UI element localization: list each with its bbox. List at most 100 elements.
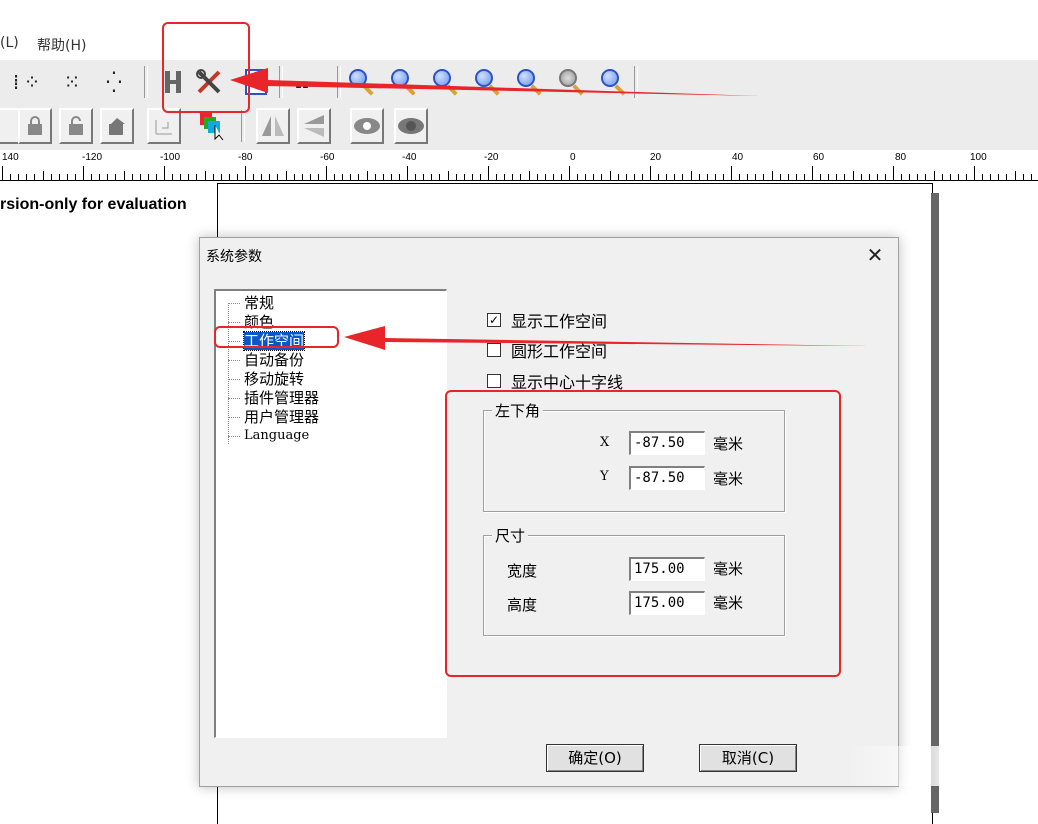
toolbar-separator (634, 66, 638, 98)
ruler-tick (658, 174, 660, 180)
ruler-tick (569, 166, 570, 180)
ruler-tick (957, 174, 959, 180)
ruler-tick (277, 174, 279, 180)
ruler-tick (909, 174, 911, 180)
ruler-label: -40 (402, 152, 417, 163)
ruler-tick (123, 171, 125, 180)
ruler-label: 80 (895, 152, 907, 163)
ruler-tick (1006, 174, 1008, 180)
checkbox-box (487, 343, 501, 357)
ruler-tick (731, 166, 732, 180)
node-align-icon[interactable]: ⁛ (98, 66, 130, 98)
tree-item-user-manager[interactable]: 用户管理器 (228, 408, 319, 427)
unlock-all-icon[interactable] (100, 108, 134, 144)
ruler-tick (698, 174, 700, 180)
tree-item-language[interactable]: Language (228, 427, 309, 446)
ruler-tick (982, 174, 984, 180)
ruler-tick (245, 166, 246, 180)
ruler-tick (795, 174, 797, 180)
zoom-selection-icon[interactable] (597, 66, 629, 98)
node-edit-icon[interactable]: ⁙ (56, 66, 88, 98)
ruler-tick (828, 174, 830, 180)
ruler-tick (342, 174, 344, 180)
tree-item-label: 自动备份 (244, 351, 305, 369)
color-layer-icon[interactable] (196, 110, 228, 142)
ruler-tick (949, 174, 951, 180)
lock-icon[interactable] (18, 108, 52, 144)
show-workspace-checkbox[interactable]: ✓ 显示工作空间 (487, 308, 607, 332)
ruler-tick (714, 174, 716, 180)
ruler-tick (747, 174, 749, 180)
show-hide-icon[interactable] (350, 108, 384, 144)
zoom-pan-icon[interactable] (387, 66, 419, 98)
ruler-tick (455, 174, 457, 180)
dialog-title: 系统参数 (206, 249, 262, 265)
horizontal-ruler: 140 -120 -100 -80 -60 -40 -20 0 20 40 60… (0, 150, 1038, 181)
ruler-tick (317, 174, 319, 180)
zoom-in-icon[interactable] (429, 66, 461, 98)
tree-item-label: 用户管理器 (244, 408, 320, 426)
ruler-tick (601, 174, 603, 180)
zoom-page-icon[interactable] (555, 66, 587, 98)
ruler-tick (42, 171, 44, 180)
zoom-out-icon[interactable] (471, 66, 503, 98)
preview-icon[interactable] (394, 108, 428, 144)
ruler-tick (860, 174, 862, 180)
ruler-tick (844, 174, 846, 180)
node-points-icon[interactable]: ⁘ (16, 66, 48, 98)
ruler-tick (155, 174, 157, 180)
unlock-icon[interactable] (59, 108, 93, 144)
ruler-tick (447, 171, 449, 180)
circle-workspace-checkbox[interactable]: 圆形工作空间 (487, 338, 607, 362)
ruler-tick (471, 174, 473, 180)
ruler-tick (326, 166, 327, 180)
ruler-tick (593, 174, 595, 180)
ruler-tick (164, 166, 165, 180)
watermark-fade (846, 746, 946, 786)
tree-item-move-rotate[interactable]: 移动旋转 (228, 370, 304, 389)
ruler-tick (50, 174, 52, 180)
ruler-label: -20 (484, 152, 499, 163)
ruler-tick (463, 174, 465, 180)
tree-item-general[interactable]: 常规 (228, 294, 274, 313)
ruler-tick (650, 166, 651, 180)
tree-item-autobackup[interactable]: 自动备份 (228, 351, 304, 370)
align-corner-icon[interactable] (147, 108, 181, 144)
toolbar-separator (241, 110, 245, 142)
array-copy-icon[interactable]: ⚏ (286, 66, 318, 98)
ruler-tick (577, 174, 579, 180)
group-button[interactable] (0, 108, 20, 144)
ruler-tick (941, 174, 943, 180)
ruler-tick (236, 174, 238, 180)
ruler-tick (431, 174, 433, 180)
ruler-tick (690, 171, 692, 180)
ruler-tick (204, 171, 206, 180)
menu-item-help[interactable]: 帮助(H) (37, 35, 86, 55)
ruler-tick (520, 174, 522, 180)
ruler-tick (398, 174, 400, 180)
ruler-tick (350, 174, 352, 180)
zoom-icon[interactable] (345, 66, 377, 98)
zoom-all-icon[interactable] (513, 66, 545, 98)
ruler-tick (10, 174, 12, 180)
toolbar-separator (337, 66, 341, 98)
ruler-label: -120 (82, 152, 103, 163)
ruler-tick (301, 174, 303, 180)
mirror-horizontal-icon[interactable] (256, 108, 290, 144)
ruler-tick (609, 171, 611, 180)
ruler-tick (552, 174, 554, 180)
ruler-tick (83, 166, 84, 180)
mirror-vertical-icon[interactable] (297, 108, 331, 144)
checkbox-label: 显示工作空间 (511, 312, 608, 331)
close-icon[interactable]: ✕ (862, 242, 888, 268)
tree-item-plugin-manager[interactable]: 插件管理器 (228, 389, 319, 408)
cancel-button[interactable]: 取消(C) (699, 744, 797, 772)
ruler-tick (479, 174, 481, 180)
ruler-tick (131, 174, 133, 180)
ruler-tick (382, 174, 384, 180)
menu-item-l[interactable]: (L) (0, 35, 19, 51)
ruler-tick (625, 174, 627, 180)
ok-button[interactable]: 确定(O) (546, 744, 644, 772)
ruler-tick (415, 174, 417, 180)
ruler-tick (803, 174, 805, 180)
